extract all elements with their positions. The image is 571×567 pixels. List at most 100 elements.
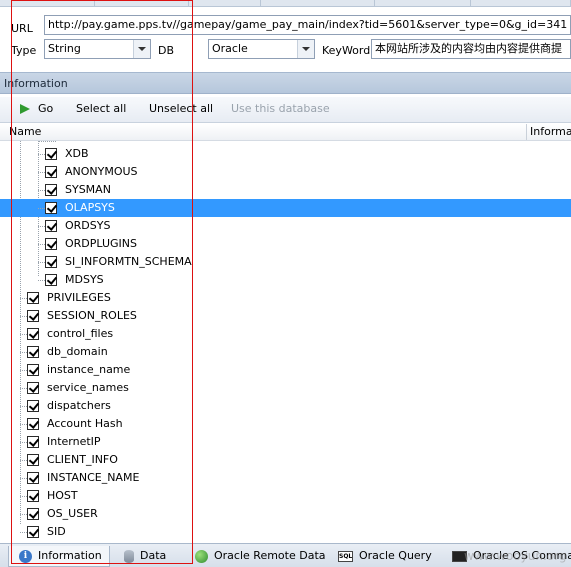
db-select[interactable]: Oracle bbox=[208, 39, 315, 59]
tree-item-ordsys[interactable]: ORDSYS bbox=[0, 217, 571, 235]
select-all-button[interactable]: Select all bbox=[76, 102, 126, 115]
tree-item-db-domain[interactable]: db_domain bbox=[0, 343, 571, 361]
tree-item-internetip[interactable]: InternetIP bbox=[0, 433, 571, 451]
keyword-input[interactable]: 本网站所涉及的内容均由内容提供商提 bbox=[371, 39, 571, 59]
type-select-value: String bbox=[48, 42, 81, 55]
tree-item-label: Account Hash bbox=[47, 417, 123, 430]
tree-guide-line bbox=[38, 280, 45, 281]
tree-item-label: SYSMAN bbox=[65, 183, 111, 196]
checkbox[interactable] bbox=[45, 220, 57, 232]
checkbox[interactable] bbox=[45, 238, 57, 250]
terminal-icon bbox=[452, 550, 467, 562]
tree-item-sysman[interactable]: SYSMAN bbox=[0, 181, 571, 199]
checkbox[interactable] bbox=[27, 310, 39, 322]
tree-item-ordplugins[interactable]: ORDPLUGINS bbox=[0, 235, 571, 253]
tab-oracle-remote-data[interactable]: Oracle Remote Data bbox=[195, 546, 326, 567]
tree-item-label: SID bbox=[47, 525, 66, 538]
tree-guide-line bbox=[20, 442, 27, 443]
checkbox[interactable] bbox=[27, 400, 39, 412]
tree-item-label: XDB bbox=[65, 147, 89, 160]
keyword-label: KeyWord bbox=[322, 44, 371, 57]
tree-item-account-hash[interactable]: Account Hash bbox=[0, 415, 571, 433]
top-tab-strip bbox=[0, 0, 571, 7]
tree-item-mdsys[interactable]: MDSYS bbox=[0, 271, 571, 289]
chevron-down-icon[interactable] bbox=[297, 40, 314, 58]
chevron-down-icon[interactable] bbox=[133, 40, 150, 58]
top-tab[interactable] bbox=[95, 0, 189, 6]
checkbox[interactable] bbox=[27, 454, 39, 466]
tree-item-label: control_files bbox=[47, 327, 114, 340]
tree-item-olapsys[interactable]: OLAPSYS bbox=[0, 199, 571, 217]
tab-label: Oracle Remote Data bbox=[214, 549, 326, 562]
schema-tree[interactable]: XDB ANONYMOUS SYSMAN OLAPSYS ORDSYS ORDPLUGIN… bbox=[0, 141, 571, 542]
tree-item-instance-name[interactable]: INSTANCE_NAME bbox=[0, 469, 571, 487]
tab-data[interactable]: Data bbox=[124, 546, 166, 567]
checkbox[interactable] bbox=[27, 436, 39, 448]
checkbox[interactable] bbox=[27, 508, 39, 520]
checkbox[interactable] bbox=[27, 418, 39, 430]
tree-item-host[interactable]: HOST bbox=[0, 487, 571, 505]
url-input[interactable]: http://pay.game.pps.tv//gamepay/game_pay… bbox=[44, 15, 571, 35]
top-tab[interactable] bbox=[0, 0, 95, 6]
type-label: Type bbox=[11, 44, 37, 57]
checkbox[interactable] bbox=[27, 472, 39, 484]
top-tab[interactable] bbox=[189, 0, 261, 6]
tree-item-label: dispatchers bbox=[47, 399, 111, 412]
tab-oracle-query[interactable]: SQL Oracle Query bbox=[338, 546, 432, 567]
tree-item-label: instance_name bbox=[47, 363, 131, 376]
top-tab[interactable] bbox=[471, 0, 571, 6]
tree-item-label: db_domain bbox=[47, 345, 108, 358]
info-icon: i bbox=[19, 549, 32, 563]
tree-item-service-names[interactable]: service_names bbox=[0, 379, 571, 397]
tree-item-si-informtn-schema[interactable]: SI_INFORMTN_SCHEMA bbox=[0, 253, 571, 271]
tree-item-session-roles[interactable]: SESSION_ROLES bbox=[0, 307, 571, 325]
information-panel-title: Information bbox=[0, 72, 571, 94]
column-name-header[interactable]: Name bbox=[9, 124, 41, 140]
tree-item-anonymous[interactable]: ANONYMOUS bbox=[0, 163, 571, 181]
tree-item-privileges[interactable]: PRIVILEGES bbox=[0, 289, 571, 307]
checkbox[interactable] bbox=[45, 274, 57, 286]
tree-item-control-files[interactable]: control_files bbox=[0, 325, 571, 343]
top-tab[interactable] bbox=[261, 0, 375, 6]
tree-item-label: ANONYMOUS bbox=[65, 165, 138, 178]
tree-item-label: ORDPLUGINS bbox=[65, 237, 138, 250]
tree-guide-line bbox=[20, 388, 27, 389]
checkbox[interactable] bbox=[27, 328, 39, 340]
tree-item-dispatchers[interactable]: dispatchers bbox=[0, 397, 571, 415]
column-information-header[interactable]: Informat bbox=[530, 124, 571, 140]
checkbox[interactable] bbox=[27, 346, 39, 358]
tree-item-instance-name[interactable]: instance_name bbox=[0, 361, 571, 379]
tab-label: Oracle Query bbox=[359, 549, 432, 562]
tree-item-client-info[interactable]: CLIENT_INFO bbox=[0, 451, 571, 469]
checkbox[interactable] bbox=[45, 184, 57, 196]
column-divider[interactable] bbox=[526, 124, 527, 140]
checkbox[interactable] bbox=[27, 364, 39, 376]
tree-item-os-user[interactable]: OS_USER bbox=[0, 505, 571, 523]
checkbox[interactable] bbox=[27, 490, 39, 502]
unselect-all-button[interactable]: Unselect all bbox=[149, 102, 213, 115]
tree-item-label: INSTANCE_NAME bbox=[47, 471, 140, 484]
tree-item-xdb[interactable]: XDB bbox=[0, 145, 571, 163]
tab-oracle-os-command[interactable]: Oracle OS Command bbox=[452, 546, 571, 567]
checkbox[interactable] bbox=[45, 166, 57, 178]
play-icon[interactable] bbox=[20, 104, 30, 114]
go-button[interactable]: Go bbox=[38, 102, 53, 115]
tab-label: Oracle OS Command bbox=[473, 549, 571, 562]
tab-information[interactable]: i Information bbox=[8, 546, 110, 567]
tree-item-sid[interactable]: SID bbox=[0, 523, 571, 541]
tree-item-label: InternetIP bbox=[47, 435, 101, 448]
tree-item-label: MDSYS bbox=[65, 273, 104, 286]
tree-guide-line bbox=[20, 460, 27, 461]
top-tab[interactable] bbox=[375, 0, 471, 6]
checkbox[interactable] bbox=[27, 292, 39, 304]
checkbox[interactable] bbox=[45, 148, 57, 160]
checkbox[interactable] bbox=[27, 526, 39, 538]
checkbox[interactable] bbox=[45, 202, 57, 214]
checkbox[interactable] bbox=[45, 256, 57, 268]
use-this-database-button[interactable]: Use this database bbox=[231, 102, 330, 115]
type-select[interactable]: String bbox=[44, 39, 151, 59]
tree-guide-line bbox=[20, 478, 27, 479]
tree-item-label: CLIENT_INFO bbox=[47, 453, 118, 466]
checkbox[interactable] bbox=[27, 382, 39, 394]
tree-guide-line bbox=[20, 316, 27, 317]
